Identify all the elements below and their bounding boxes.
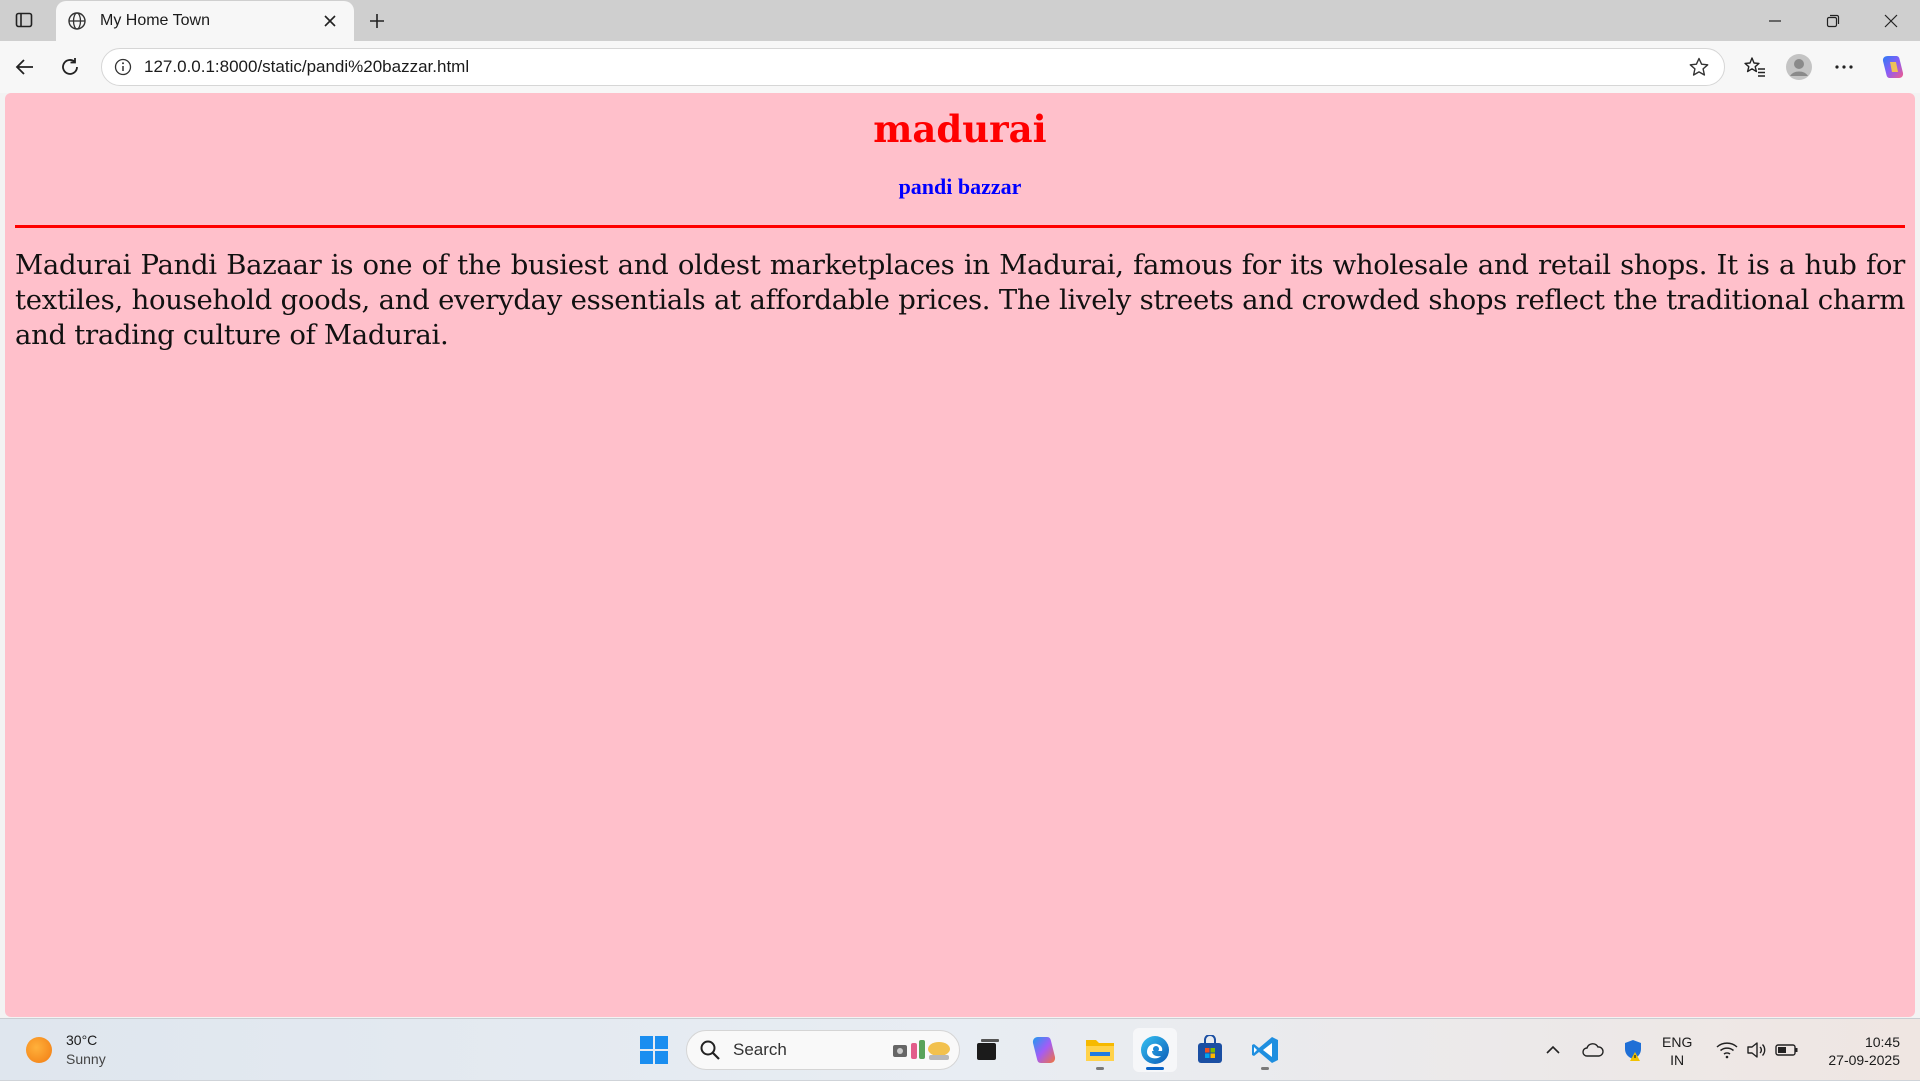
microsoft-store-button[interactable]	[1188, 1028, 1232, 1072]
battery-icon	[1775, 1044, 1798, 1056]
back-arrow-icon	[15, 59, 33, 75]
favorites-list-icon	[1744, 57, 1765, 77]
language-code: ENG	[1662, 1034, 1693, 1050]
vscode-button[interactable]	[1243, 1028, 1287, 1072]
show-hidden-icons-button[interactable]	[1538, 1019, 1568, 1081]
minimize-icon	[1769, 20, 1781, 22]
search-label: Search	[733, 1040, 787, 1059]
taskbar: 30°C Sunny Search ENG IN 10:45 27-09-202…	[0, 1018, 1920, 1080]
close-tab-icon[interactable]	[318, 9, 342, 33]
favorite-star-icon[interactable]	[1684, 52, 1714, 82]
system-clock[interactable]: 10:45 27-09-2025	[1810, 1033, 1900, 1069]
folder-icon	[1086, 1040, 1114, 1061]
tab-actions-icon	[15, 12, 33, 28]
security-button[interactable]	[1618, 1019, 1648, 1081]
active-indicator	[1146, 1067, 1164, 1070]
tab-strip: My Home Town	[0, 0, 1920, 41]
url-text[interactable]: 127.0.0.1:8000/static/pandi%20bazzar.htm…	[144, 57, 1684, 77]
taskbar-search[interactable]: Search	[686, 1030, 960, 1070]
plus-icon	[370, 14, 384, 28]
globe-icon	[66, 10, 88, 32]
page-subheading: pandi bazzar	[898, 174, 1022, 199]
volume-button[interactable]	[1744, 1019, 1770, 1081]
more-options-button[interactable]	[1827, 50, 1861, 84]
file-explorer-button[interactable]	[1078, 1028, 1122, 1072]
store-icon	[1198, 1035, 1222, 1063]
copilot-app-button[interactable]	[1022, 1028, 1066, 1072]
favorites-button[interactable]	[1738, 50, 1772, 84]
running-indicator	[1096, 1067, 1104, 1070]
page-viewport: madurai pandi bazzar Madurai Pandi Bazaa…	[5, 93, 1915, 1017]
weather-widget[interactable]: 30°C Sunny	[26, 1031, 106, 1069]
cloud-icon	[1582, 1043, 1604, 1057]
chevron-up-icon	[1546, 1045, 1560, 1054]
search-highlight-icon	[893, 1040, 950, 1060]
copilot-icon	[1882, 56, 1904, 78]
copilot-app-icon	[1032, 1037, 1056, 1063]
minimize-button[interactable]	[1752, 2, 1798, 40]
browser-window: My Home Town 127.0.0.1:8000/static/pandi…	[0, 0, 1920, 1018]
close-icon	[1884, 14, 1898, 28]
battery-button[interactable]	[1774, 1019, 1800, 1081]
avatar-icon	[1786, 54, 1812, 80]
close-window-button[interactable]	[1868, 2, 1914, 40]
shield-warning-icon	[1625, 1040, 1641, 1061]
weather-condition: Sunny	[66, 1051, 106, 1067]
region-code: IN	[1670, 1052, 1685, 1068]
copilot-button[interactable]	[1876, 50, 1910, 84]
task-view-button[interactable]	[966, 1028, 1010, 1072]
clock-date: 27-09-2025	[1828, 1052, 1900, 1068]
profile-button[interactable]	[1782, 50, 1816, 84]
onedrive-button[interactable]	[1578, 1019, 1608, 1081]
start-button[interactable]	[632, 1028, 676, 1072]
refresh-icon	[62, 58, 78, 75]
running-indicator	[1261, 1067, 1269, 1070]
clock-time: 10:45	[1864, 1034, 1900, 1050]
page-paragraph: Madurai Pandi Bazaar is one of the busie…	[15, 249, 1905, 351]
restore-button[interactable]	[1810, 2, 1856, 40]
wifi-icon	[1716, 1042, 1738, 1059]
tab-title: My Home Town	[100, 12, 210, 29]
horizontal-rule	[15, 225, 1905, 228]
active-tab[interactable]: My Home Town	[56, 1, 354, 41]
sun-icon	[26, 1037, 52, 1063]
edge-browser-button[interactable]	[1133, 1028, 1177, 1072]
search-icon	[700, 1040, 720, 1060]
browser-toolbar: 127.0.0.1:8000/static/pandi%20bazzar.htm…	[0, 41, 1920, 93]
new-tab-button[interactable]	[362, 6, 392, 36]
site-info-icon[interactable]	[112, 56, 134, 78]
tab-actions-button[interactable]	[10, 6, 38, 34]
windows-logo-icon	[640, 1036, 668, 1064]
task-view-icon	[977, 1039, 999, 1060]
refresh-button[interactable]	[53, 50, 87, 84]
vscode-icon	[1252, 1037, 1278, 1063]
edge-icon	[1141, 1036, 1169, 1064]
language-indicator[interactable]: ENG IN	[1662, 1033, 1692, 1069]
wifi-button[interactable]	[1714, 1019, 1740, 1081]
page-heading: madurai	[873, 107, 1047, 151]
address-bar[interactable]: 127.0.0.1:8000/static/pandi%20bazzar.htm…	[101, 48, 1725, 86]
speaker-icon	[1747, 1042, 1766, 1058]
weather-temperature: 30°C	[66, 1032, 98, 1048]
back-button[interactable]	[8, 50, 42, 84]
restore-icon	[1826, 14, 1840, 28]
ellipsis-icon	[1835, 65, 1853, 69]
